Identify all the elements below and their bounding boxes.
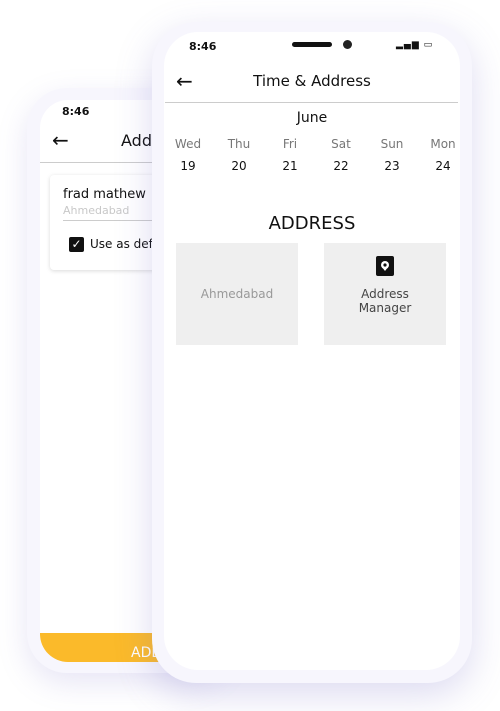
day-name: Wed [174, 137, 202, 151]
speaker-notch [292, 42, 332, 47]
day-date: 19 [180, 159, 196, 173]
status-icons: ▂▄▆ ▭ [396, 40, 433, 50]
page-title: Time & Address [253, 72, 371, 90]
month-label: June [296, 110, 328, 126]
address-name: frad mathew [63, 187, 146, 202]
day-item[interactable]: Fri 21 [270, 137, 310, 173]
day-name: Thu [227, 137, 251, 151]
address-option-label: Address Manager [358, 287, 412, 315]
day-item[interactable]: Thu 20 [219, 137, 259, 173]
address-book-pin-icon [376, 256, 394, 276]
front-phone-screen: 8:46 ▂▄▆ ▭ ← Time & Address June Wed 19 T… [164, 32, 460, 670]
camera-icon [343, 40, 352, 49]
day-item[interactable]: Mon 24 [423, 137, 460, 173]
day-name: Sat [331, 137, 351, 151]
address-manager-button[interactable]: Address Manager [324, 243, 446, 345]
day-date: 22 [333, 159, 349, 173]
day-date: 23 [384, 159, 400, 173]
default-checkbox[interactable]: ✓ [69, 237, 84, 252]
header-divider [165, 102, 458, 103]
address-heading: ADDRESS [268, 213, 356, 234]
day-name: Fri [282, 137, 298, 151]
day-item[interactable]: Sat 22 [321, 137, 361, 173]
signal-icon: ▂▄▆ [396, 40, 420, 50]
status-time: 8:46 [189, 40, 217, 53]
day-item[interactable]: Wed 19 [168, 137, 208, 173]
day-selector: Wed 19 Thu 20 Fri 21 Sat 22 Sun 23 Mon 24 [168, 137, 460, 173]
day-date: 21 [282, 159, 298, 173]
address-option-ahmedabad[interactable]: Ahmedabad [176, 243, 298, 345]
day-name: Sun [380, 137, 404, 151]
day-date: 20 [231, 159, 247, 173]
day-date: 24 [435, 159, 451, 173]
address-option-label: Ahmedabad [200, 287, 274, 301]
back-arrow-icon[interactable]: ← [52, 128, 69, 152]
battery-icon: ▭ [423, 40, 434, 50]
day-item[interactable]: Sun 23 [372, 137, 412, 173]
status-time: 8:46 [62, 105, 90, 118]
day-name: Mon [430, 137, 456, 151]
